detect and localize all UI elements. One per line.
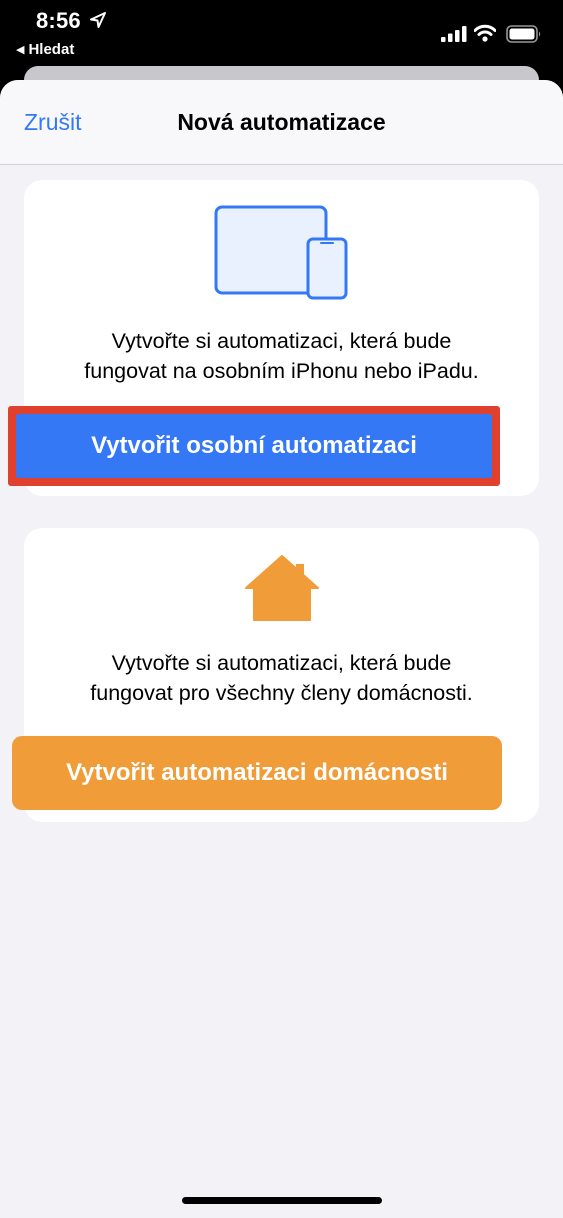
cellular-signal-icon xyxy=(441,26,467,42)
description-line: fungovat pro všechny členy domácnosti. xyxy=(90,681,473,705)
back-app-label: Hledat xyxy=(28,41,75,58)
location-arrow-icon xyxy=(90,12,106,28)
back-triangle-icon: ◀ xyxy=(16,44,25,56)
personal-automation-description: Vytvořte si automatizaci, která bude fun… xyxy=(24,326,539,386)
battery-icon xyxy=(506,25,541,43)
create-home-automation-button[interactable]: Vytvořit automatizaci domácnosti xyxy=(12,736,502,810)
home-indicator[interactable] xyxy=(182,1197,382,1204)
page-title: Nová automatizace xyxy=(177,109,386,135)
new-automation-sheet: Zrušit Nová automatizace Vytvořte si aut… xyxy=(0,80,563,1218)
description-line: Vytvořte si automatizaci, která bude xyxy=(111,329,452,353)
ipad-iphone-icon xyxy=(214,205,350,300)
back-to-app-link[interactable]: ◀ Hledat xyxy=(16,41,74,58)
description-line: Vytvořte si automatizaci, která bude xyxy=(111,651,452,675)
create-personal-automation-button[interactable]: Vytvořit osobní automatizaci xyxy=(16,414,492,478)
navigation-bar: Zrušit Nová automatizace xyxy=(0,80,563,165)
home-automation-description: Vytvořte si automatizaci, která bude fun… xyxy=(24,648,539,708)
description-line: fungovat na osobním iPhonu nebo iPadu. xyxy=(84,359,479,383)
status-bar: 8:56 ◀ Hledat xyxy=(0,0,563,66)
house-icon xyxy=(245,555,319,621)
status-time: 8:56 xyxy=(36,8,81,33)
wifi-icon xyxy=(474,24,496,42)
